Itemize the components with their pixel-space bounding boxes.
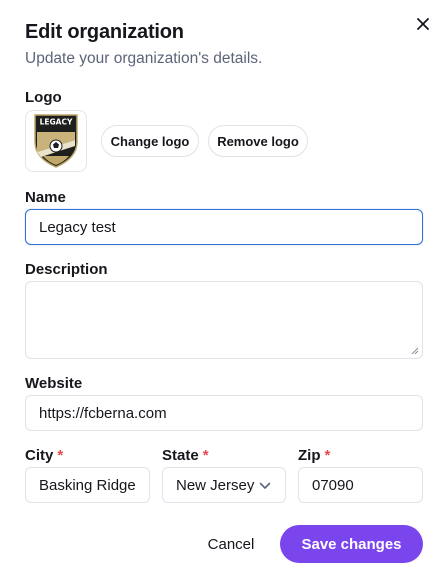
description-textarea[interactable] xyxy=(25,281,423,359)
save-changes-button[interactable]: Save changes xyxy=(280,525,423,563)
state-required-mark: * xyxy=(202,447,209,464)
logo-label: Logo xyxy=(25,89,62,106)
close-button[interactable] xyxy=(414,15,432,33)
zip-required-mark: * xyxy=(324,447,331,464)
state-select-value: New Jersey xyxy=(176,476,255,494)
zip-label: Zip * xyxy=(298,447,330,464)
city-required-mark: * xyxy=(57,447,64,464)
cancel-button[interactable]: Cancel xyxy=(196,527,266,561)
city-input[interactable]: Basking Ridge xyxy=(25,467,150,503)
name-label: Name xyxy=(25,189,66,206)
city-input-value: Basking Ridge xyxy=(39,476,136,494)
zip-input[interactable]: 07090 xyxy=(298,467,423,503)
dialog-title: Edit organization xyxy=(25,21,184,43)
remove-logo-button[interactable]: Remove logo xyxy=(208,125,308,157)
website-label: Website xyxy=(25,375,83,392)
chevron-down-icon xyxy=(259,482,271,489)
zip-input-value: 07090 xyxy=(312,476,354,494)
description-label: Description xyxy=(25,261,108,278)
logo-image-text: LEGACY xyxy=(40,118,73,127)
dialog-subtitle: Update your organization's details. xyxy=(25,50,263,67)
zip-label-text: Zip xyxy=(298,447,321,464)
website-input-value: https://fcberna.com xyxy=(39,404,167,422)
organization-logo-image: LEGACY xyxy=(34,114,78,168)
name-input-value: Legacy test xyxy=(39,218,116,236)
state-label-text: State xyxy=(162,447,199,464)
city-label-text: City xyxy=(25,447,54,464)
website-input[interactable]: https://fcberna.com xyxy=(25,395,423,431)
logo-preview: LEGACY xyxy=(25,110,87,172)
resize-grip-icon[interactable] xyxy=(411,347,419,355)
state-select[interactable]: New Jersey xyxy=(162,467,286,503)
change-logo-button[interactable]: Change logo xyxy=(101,125,199,157)
name-input[interactable]: Legacy test xyxy=(25,209,423,245)
edit-organization-dialog: Edit organization Update your organizati… xyxy=(0,0,448,588)
close-icon xyxy=(417,18,429,30)
city-label: City * xyxy=(25,447,63,464)
state-label: State * xyxy=(162,447,209,464)
